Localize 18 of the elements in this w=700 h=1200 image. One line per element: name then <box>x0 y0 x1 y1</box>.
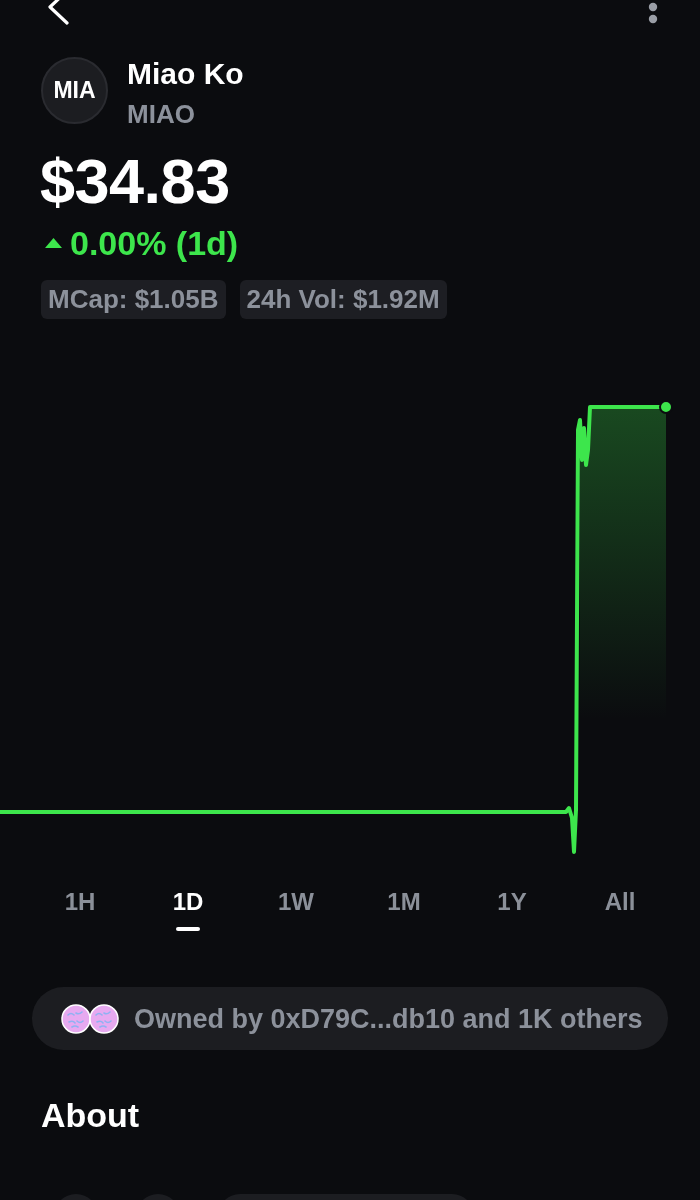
price-change: 0.00% (1d) <box>70 223 239 263</box>
token-name: Miao Ko <box>127 57 244 91</box>
timeframe-tab[interactable]: All <box>602 887 638 931</box>
stat-badge: MCap: $1.05B <box>41 280 226 319</box>
token-avatar: MIA <box>41 57 108 124</box>
end-point-icon <box>659 400 673 414</box>
owner-avatar-icon <box>61 1003 91 1034</box>
token-symbol: MIAO <box>127 99 195 129</box>
timeframe-tab[interactable]: 1W <box>276 887 316 931</box>
price-value: $34.83 <box>40 148 230 214</box>
timeframe-tab[interactable]: 1M <box>385 887 423 931</box>
section-title: About <box>41 1095 140 1135</box>
timeframe-tab[interactable]: 1Y <box>495 887 529 931</box>
stat-badge: 24h Vol: $1.92M <box>239 280 447 319</box>
timeframe-tab[interactable]: 1D <box>170 887 206 931</box>
timeframe-tab[interactable]: 1H <box>62 887 98 931</box>
owners-pill[interactable]: Owned by 0xD79C...db10 and 1K others <box>32 987 668 1050</box>
owner-avatar-icon <box>89 1003 119 1034</box>
